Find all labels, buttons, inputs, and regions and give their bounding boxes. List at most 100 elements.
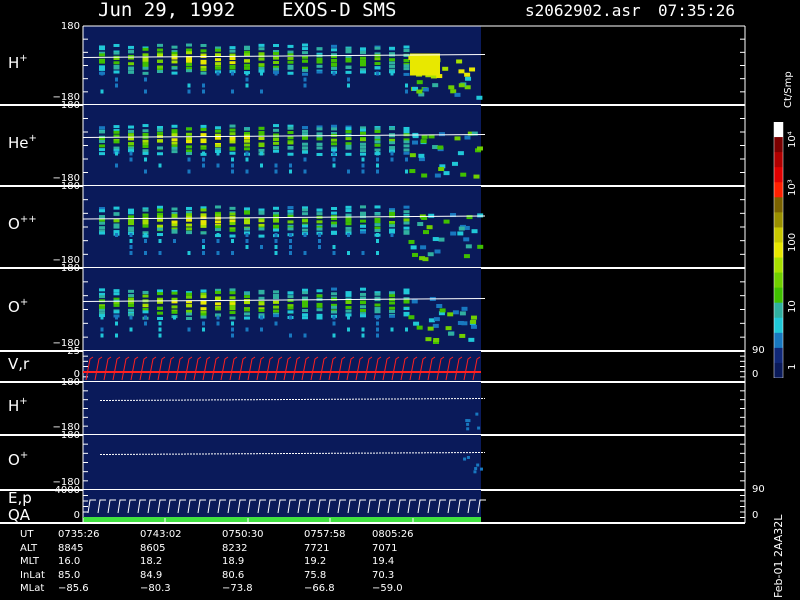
- charge-label: +: [19, 395, 28, 407]
- colorbar-segment: [774, 182, 783, 198]
- ephemeris-value: 80.6: [222, 569, 245, 581]
- ephemeris-value: 16.0: [58, 556, 81, 567]
- ephemeris-value: −66.8: [304, 583, 335, 594]
- right-axis-tick-bottom: 0: [752, 369, 759, 380]
- ephemeris-value: 8845: [58, 542, 84, 554]
- right-axis-tick-top: 90: [752, 484, 765, 495]
- panel-label: O++: [8, 214, 37, 233]
- panel-background: [83, 435, 481, 490]
- colorbar-segment: [774, 287, 783, 304]
- panel-7: [0, 435, 746, 491]
- panel-label: V,r: [8, 354, 30, 373]
- ephemeris-value: 84.9: [140, 569, 163, 581]
- ephemeris-value: −85.6: [58, 583, 89, 594]
- charge-label: ++: [19, 214, 37, 225]
- axis-tick-bottom: 0: [73, 510, 80, 521]
- ephemeris-value: 18.2: [140, 556, 163, 567]
- charge-label: +: [19, 52, 28, 64]
- panel-8: [0, 490, 746, 524]
- ephemeris-value: −80.3: [140, 583, 171, 594]
- ephemeris-row-label: ALT: [20, 542, 38, 554]
- colorbar-label: 10³: [787, 179, 798, 196]
- ephemeris-row-label: UT: [20, 529, 34, 540]
- spectrogram-panels: [0, 25, 746, 524]
- panel-3: [0, 186, 746, 269]
- colorbar-segment: [774, 272, 783, 289]
- colorbar-segment: [774, 227, 783, 243]
- ephemeris-value: 75.8: [304, 569, 327, 581]
- charge-label: +: [19, 296, 29, 308]
- panel-label: H+: [8, 52, 28, 72]
- qa-label: QA: [8, 505, 31, 524]
- colorbar-segment: [774, 362, 783, 378]
- ephemeris-value: 19.4: [372, 556, 395, 567]
- panel-label: O+: [8, 449, 29, 469]
- ephemeris-value: 0735:26: [58, 529, 100, 540]
- panel-label: O+: [8, 296, 29, 316]
- ephemeris-value: 7071: [372, 542, 398, 554]
- axis-tick-top: 25: [67, 346, 80, 357]
- charge-label: +: [28, 132, 37, 144]
- species-label: O: [8, 297, 20, 316]
- colorbar-segment: [774, 302, 783, 319]
- colorbar-label: 10: [787, 300, 798, 313]
- species-label: V,r: [8, 354, 30, 373]
- charge-label: +: [19, 449, 29, 461]
- ephemeris-value: 0757:58: [304, 529, 346, 540]
- axis-tick-top: 180: [60, 430, 80, 441]
- panel-5: [0, 351, 746, 383]
- colorbar-segment: [774, 332, 783, 349]
- colorbar-unit: Ct/Smp: [783, 71, 794, 108]
- ephemeris-value: 70.3: [372, 569, 395, 581]
- qa-bar: [83, 517, 481, 522]
- ephemeris-value: 18.9: [222, 556, 245, 567]
- axis-tick-top: 180: [60, 377, 80, 388]
- ephemeris-value: −73.8: [222, 583, 253, 594]
- ephemeris-value: 0805:26: [372, 529, 414, 540]
- right-axis-tick-top: 90: [752, 345, 765, 356]
- species-label: O: [8, 450, 20, 469]
- ephemeris-value: 7721: [304, 542, 330, 554]
- colorbar-segment: [774, 257, 783, 274]
- panel-1: [0, 26, 746, 106]
- panel-label: He+: [8, 132, 37, 152]
- axis-tick-top: 4000: [54, 485, 80, 496]
- colorbar-segment: [774, 317, 783, 334]
- panel-background: [83, 382, 481, 435]
- colorbar-segment: [774, 152, 783, 168]
- colorbar-segment: [774, 137, 783, 153]
- species-label: H: [8, 396, 20, 415]
- panel-label: H+: [8, 395, 28, 415]
- species-label: He: [8, 133, 29, 152]
- ephemeris-value: 8232: [222, 542, 248, 554]
- axis-tick-top: 180: [60, 263, 80, 274]
- colorbar-segment: [774, 167, 783, 183]
- ephemeris-value: 19.2: [304, 556, 327, 567]
- colorbar-label: 1: [787, 363, 798, 370]
- axis-tick-top: 180: [60, 181, 80, 192]
- ephemeris-row-label: MLT: [20, 556, 39, 567]
- ephemeris-value: 0750:30: [222, 529, 264, 540]
- ephemeris-value: 0743:02: [140, 529, 182, 540]
- panel-6: [0, 382, 746, 436]
- colorbar-segment: [774, 197, 783, 213]
- colorbar-label: 10⁴: [787, 131, 798, 148]
- colorbar-label: 100: [787, 232, 798, 252]
- colorbar-segment: [774, 212, 783, 228]
- footer-note: Feb-01 2AA32L: [772, 514, 785, 598]
- ephemeris-row-label: MLat: [20, 583, 45, 594]
- colorbar-segment: [774, 347, 783, 364]
- species-label: H: [8, 53, 20, 72]
- species-label: O: [8, 215, 20, 233]
- axis-tick-top: 180: [60, 100, 80, 111]
- colorbar-segment: [774, 242, 783, 259]
- species-label: E,p: [8, 488, 32, 507]
- ephemeris-row-label: InLat: [20, 569, 45, 581]
- panel-label: E,p QA: [8, 488, 32, 524]
- ephemeris-value: −59.0: [372, 583, 403, 594]
- axis-tick-top: 180: [60, 21, 80, 32]
- ephemeris-value: 8605: [140, 542, 166, 554]
- panel-2: [0, 105, 746, 187]
- panel-4: [0, 268, 746, 352]
- right-axis-tick-bottom: 0: [752, 510, 759, 521]
